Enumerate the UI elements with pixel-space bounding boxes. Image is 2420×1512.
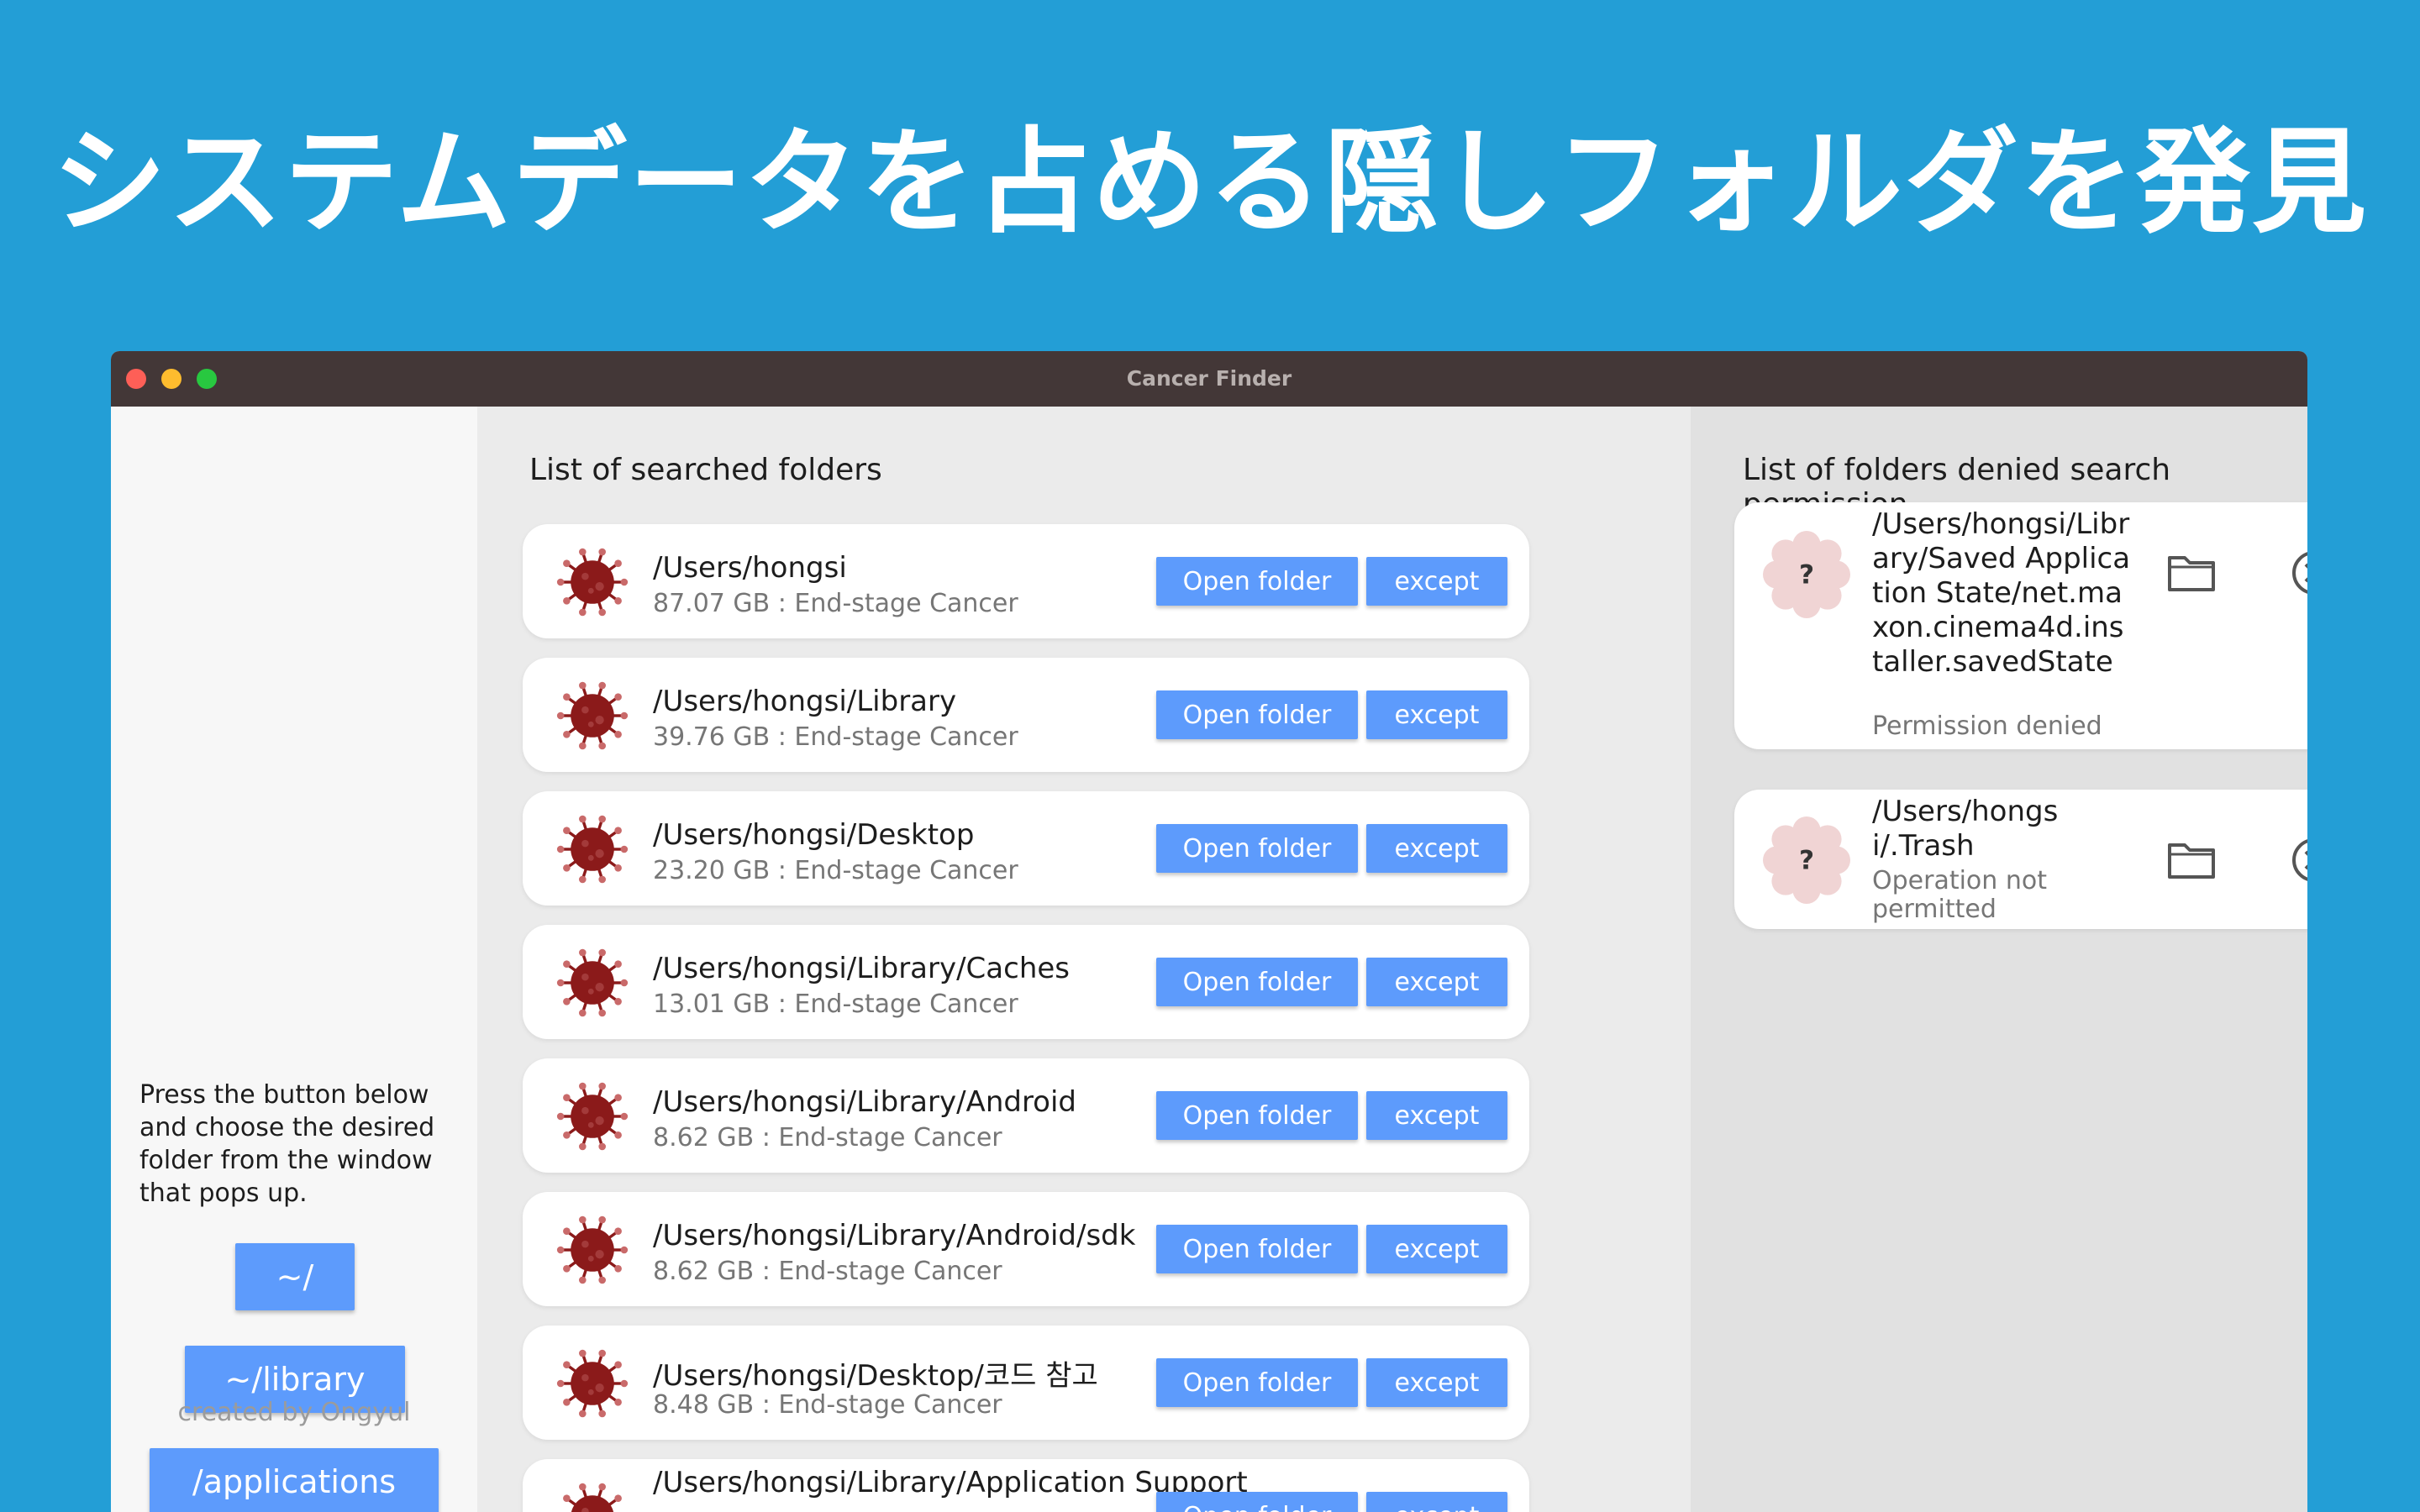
virus-icon: [556, 815, 629, 884]
virus-icon: [556, 681, 629, 750]
searched-folders-title: List of searched folders: [529, 453, 882, 487]
open-folder-button[interactable]: Open folder: [1156, 690, 1358, 739]
folder-card: /Users/hongsi/Library/Application Suppor…: [523, 1459, 1529, 1512]
except-button[interactable]: except: [1366, 958, 1507, 1006]
folder-path: /Users/hongsi/Library: [653, 685, 957, 718]
folder-path: /Users/hongsi/Library/Android/sdk: [653, 1219, 1136, 1252]
folder-size: 8.62 GB : End-stage Cancer: [653, 1123, 1002, 1152]
svg-text:?: ?: [1799, 559, 1814, 590]
denied-folder-reason: Operation not permitted: [1872, 866, 2047, 924]
virus-icon: [556, 1215, 629, 1284]
zoom-window-button[interactable]: [197, 369, 217, 389]
svg-text:?: ?: [1799, 845, 1814, 875]
folder-card: /Users/hongsi/Library/Caches 13.01 GB : E…: [523, 925, 1529, 1039]
instructions-text: Press the button below and choose the de…: [139, 1080, 435, 1208]
except-button[interactable]: except: [1366, 1225, 1507, 1273]
open-folder-button[interactable]: Open folder: [1156, 824, 1358, 873]
folder-icon[interactable]: [2166, 553, 2217, 593]
denied-folder-reason: Permission denied: [1872, 711, 2102, 741]
virus-icon: [556, 548, 629, 617]
minimize-window-button[interactable]: [161, 369, 182, 389]
denied-folder-card: ? /Users/hongsi/.Trash Operation not per…: [1734, 790, 2307, 929]
folder-card: /Users/hongsi/Library/Android 8.62 GB : E…: [523, 1058, 1529, 1173]
close-circle-icon[interactable]: [2291, 837, 2307, 884]
open-folder-button[interactable]: Open folder: [1156, 557, 1358, 606]
open-folder-button[interactable]: Open folder: [1156, 1492, 1358, 1512]
searched-folders-panel: List of searched folders /Users/hongsi 87…: [477, 407, 1691, 1512]
except-button[interactable]: except: [1366, 824, 1507, 873]
folder-size: 8.48 GB : End-stage Cancer: [653, 1390, 1002, 1420]
folder-path: /Users/hongsi/Library/Caches: [653, 952, 1071, 985]
folder-card: /Users/hongsi 87.07 GB : End-stage Cancer…: [523, 524, 1529, 638]
folder-size: 8.62 GB : End-stage Cancer: [653, 1257, 1002, 1286]
folder-size: 13.01 GB : End-stage Cancer: [653, 990, 1018, 1019]
window-title: Cancer Finder: [1126, 366, 1292, 391]
virus-icon: [563, 1483, 622, 1512]
credit-text: created by Ongyul: [177, 1398, 411, 1427]
folder-card: /Users/hongsi/Desktop 23.20 GB : End-stag…: [523, 791, 1529, 906]
open-folder-button[interactable]: Open folder: [1156, 1225, 1358, 1273]
folder-card: /Users/hongsi/Library 39.76 GB : End-stag…: [523, 658, 1529, 772]
folder-path: /Users/hongsi/Desktop: [653, 818, 975, 852]
close-window-button[interactable]: [126, 369, 146, 389]
question-badge-icon: ?: [1763, 531, 1850, 618]
except-button[interactable]: except: [1366, 1358, 1507, 1407]
sidebar: Press the button below and choose the de…: [111, 407, 477, 1512]
title-bar: Cancer Finder: [111, 351, 2307, 407]
folder-icon[interactable]: [2166, 840, 2217, 880]
except-button[interactable]: except: [1366, 1091, 1507, 1140]
headline: システムデータを占める隠しフォルダを発見: [52, 117, 2368, 249]
open-folder-button[interactable]: Open folder: [1156, 958, 1358, 1006]
folder-path: /Users/hongsi: [653, 551, 847, 585]
except-button[interactable]: except: [1366, 690, 1507, 739]
open-folder-button[interactable]: Open folder: [1156, 1091, 1358, 1140]
virus-icon: [556, 1349, 629, 1418]
folder-card: /Users/hongsi/Library/Android/sdk 8.62 GB…: [523, 1192, 1529, 1306]
denied-folders-panel: List of folders denied search permission…: [1691, 407, 2307, 1512]
home-folder-button[interactable]: ~/: [235, 1243, 355, 1310]
denied-folder-card: ? /Users/hongsi/Library/Saved Applicatio…: [1734, 502, 2307, 749]
applications-folder-button[interactable]: /applications: [150, 1448, 439, 1512]
denied-folder-path: /Users/hongsi/.Trash: [1872, 795, 2059, 863]
folder-size: 39.76 GB : End-stage Cancer: [653, 722, 1018, 752]
except-button[interactable]: except: [1366, 557, 1507, 606]
denied-folder-path: /Users/hongsi/Library/Saved Application …: [1872, 507, 2131, 679]
open-folder-button[interactable]: Open folder: [1156, 1358, 1358, 1407]
virus-icon: [556, 948, 629, 1017]
close-circle-icon[interactable]: [2291, 549, 2307, 596]
folder-path: /Users/hongsi/Desktop/코드 참고: [653, 1359, 1098, 1393]
except-button[interactable]: except: [1366, 1492, 1507, 1512]
folder-size: 87.07 GB : End-stage Cancer: [653, 589, 1018, 618]
question-badge-icon: ?: [1763, 816, 1850, 904]
virus-icon: [556, 1082, 629, 1151]
folder-path: /Users/hongsi/Library/Android: [653, 1085, 1077, 1119]
folder-card: /Users/hongsi/Desktop/코드 참고 8.48 GB : End…: [523, 1326, 1529, 1440]
app-window: Cancer Finder Press the button below and…: [111, 351, 2307, 1512]
folder-size: 23.20 GB : End-stage Cancer: [653, 856, 1018, 885]
